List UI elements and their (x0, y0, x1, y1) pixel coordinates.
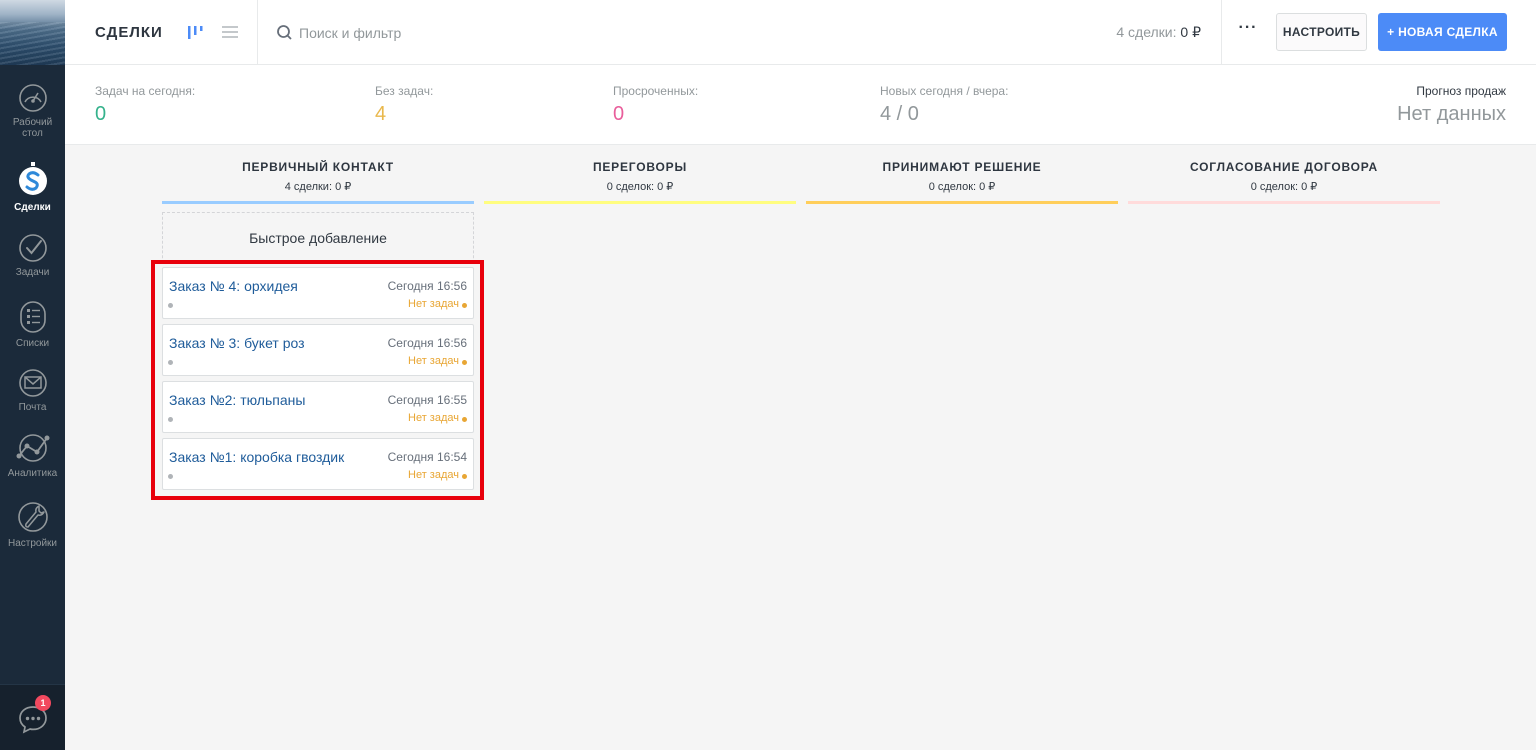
analytics-icon (16, 434, 49, 462)
stat-value: 4 / 0 (880, 103, 919, 125)
stat-overdue[interactable]: Просроченных: 0 (613, 84, 698, 126)
sidebar-item-label: Рабочий стол (12, 117, 53, 139)
column-color-line (162, 201, 474, 204)
sidebar-item-label: Списки (15, 338, 50, 349)
sidebar-item-analytics[interactable]: Аналитика (0, 432, 65, 479)
deals-summary: 4 сделки: 0 ₽ (1116, 24, 1201, 41)
column-title: ПЕРЕГОВОРЫ (592, 160, 688, 174)
stat-today-tasks[interactable]: Задач на сегодня: 0 (95, 84, 195, 126)
stat-new-deals[interactable]: Новых сегодня / вчера: 4 / 0 (880, 84, 1008, 126)
more-menu-button[interactable]: ··· (1235, 20, 1261, 42)
stat-value: 0 (95, 103, 107, 125)
stats-bar: Задач на сегодня: 0 Без задач: 4 Просроч… (65, 65, 1536, 145)
search-input[interactable] (299, 20, 899, 46)
sidebar-item-tasks[interactable]: Задачи (0, 233, 65, 278)
column-color-line (806, 201, 1118, 204)
new-deal-button[interactable]: + НОВАЯ СДЕЛКА (1378, 13, 1507, 51)
stat-label: Без задач: (375, 84, 434, 98)
dashboard-icon (18, 84, 47, 112)
sidebar-item-label: Почта (18, 402, 47, 413)
column-color-line (1128, 201, 1440, 204)
column-title: ПРИНИМАЮТ РЕШЕНИЕ (882, 160, 1042, 174)
page-title: СДЕЛКИ (95, 24, 163, 41)
column-title: СОГЛАСОВАНИЕ ДОГОВОРА (1189, 160, 1379, 174)
stat-value: 4 (375, 103, 387, 125)
highlight-box (151, 260, 484, 500)
column-summary: 4 сделки: 0 ₽ (284, 181, 352, 193)
tasks-icon (18, 234, 47, 262)
column-color-line (484, 201, 796, 204)
pipeline-column-header: СОГЛАСОВАНИЕ ДОГОВОРА 0 сделок: 0 ₽ (1128, 160, 1440, 193)
sidebar-footer: 1 (0, 684, 65, 750)
sidebar-item-dashboard[interactable]: Рабочий стол (0, 83, 65, 139)
deals-icon (18, 162, 47, 195)
sidebar-item-label: Аналитика (7, 468, 58, 479)
sidebar-item-deals[interactable]: Сделки (0, 162, 65, 213)
mail-icon (18, 369, 47, 397)
column-title: ПЕРВИЧНЫЙ КОНТАКТ (242, 160, 394, 174)
stat-label: Новых сегодня / вчера: (880, 84, 1009, 98)
stat-label: Прогноз продаж (1416, 84, 1506, 98)
sidebar-item-settings[interactable]: Настройки (0, 500, 65, 549)
sidebar: Рабочий стол Сделки Задачи Списки Почта … (0, 0, 65, 750)
top-bar: СДЕЛКИ 4 сделки: 0 ₽ ··· НАСТРОИТЬ + НОВ… (65, 0, 1536, 65)
account-cover-image[interactable] (0, 0, 65, 65)
header-divider (257, 0, 258, 64)
sidebar-item-label: Задачи (15, 267, 50, 278)
column-summary: 0 сделок: 0 ₽ (606, 181, 674, 193)
stat-label: Задач на сегодня: (95, 84, 196, 98)
stat-value: 0 (613, 103, 625, 125)
pipeline-column-header: ПРИНИМАЮТ РЕШЕНИЕ 0 сделок: 0 ₽ (806, 160, 1118, 193)
search-icon (277, 25, 292, 40)
stat-value: Нет данных (1397, 103, 1506, 125)
sidebar-item-lists[interactable]: Списки (0, 300, 65, 349)
pipeline-column-header: ПЕРВИЧНЫЙ КОНТАКТ 4 сделки: 0 ₽ (162, 160, 474, 193)
settings-icon (17, 502, 48, 532)
sidebar-item-label: Сделки (14, 202, 51, 213)
deals-count: 4 сделки: (1116, 24, 1177, 40)
sidebar-item-label: Настройки (7, 538, 58, 549)
stat-label: Просроченных: (613, 84, 699, 98)
quick-add-button[interactable]: Быстрое добавление (162, 212, 474, 263)
header-divider (1221, 0, 1222, 64)
pipeline-view-icon[interactable] (185, 22, 205, 42)
lists-icon (19, 301, 46, 333)
stat-no-tasks[interactable]: Без задач: 4 (375, 84, 433, 126)
setup-button[interactable]: НАСТРОИТЬ (1276, 13, 1367, 51)
deals-sum: 0 ₽ (1180, 24, 1201, 40)
list-view-icon[interactable] (220, 22, 240, 42)
stat-sales-forecast[interactable]: Прогноз продаж Нет данных (1397, 84, 1506, 126)
column-summary: 0 сделок: 0 ₽ (928, 181, 996, 193)
sidebar-item-mail[interactable]: Почта (0, 368, 65, 413)
pipeline-column-header: ПЕРЕГОВОРЫ 0 сделок: 0 ₽ (484, 160, 796, 193)
column-summary: 0 сделок: 0 ₽ (1250, 181, 1318, 193)
chat-unread-badge: 1 (35, 695, 51, 711)
